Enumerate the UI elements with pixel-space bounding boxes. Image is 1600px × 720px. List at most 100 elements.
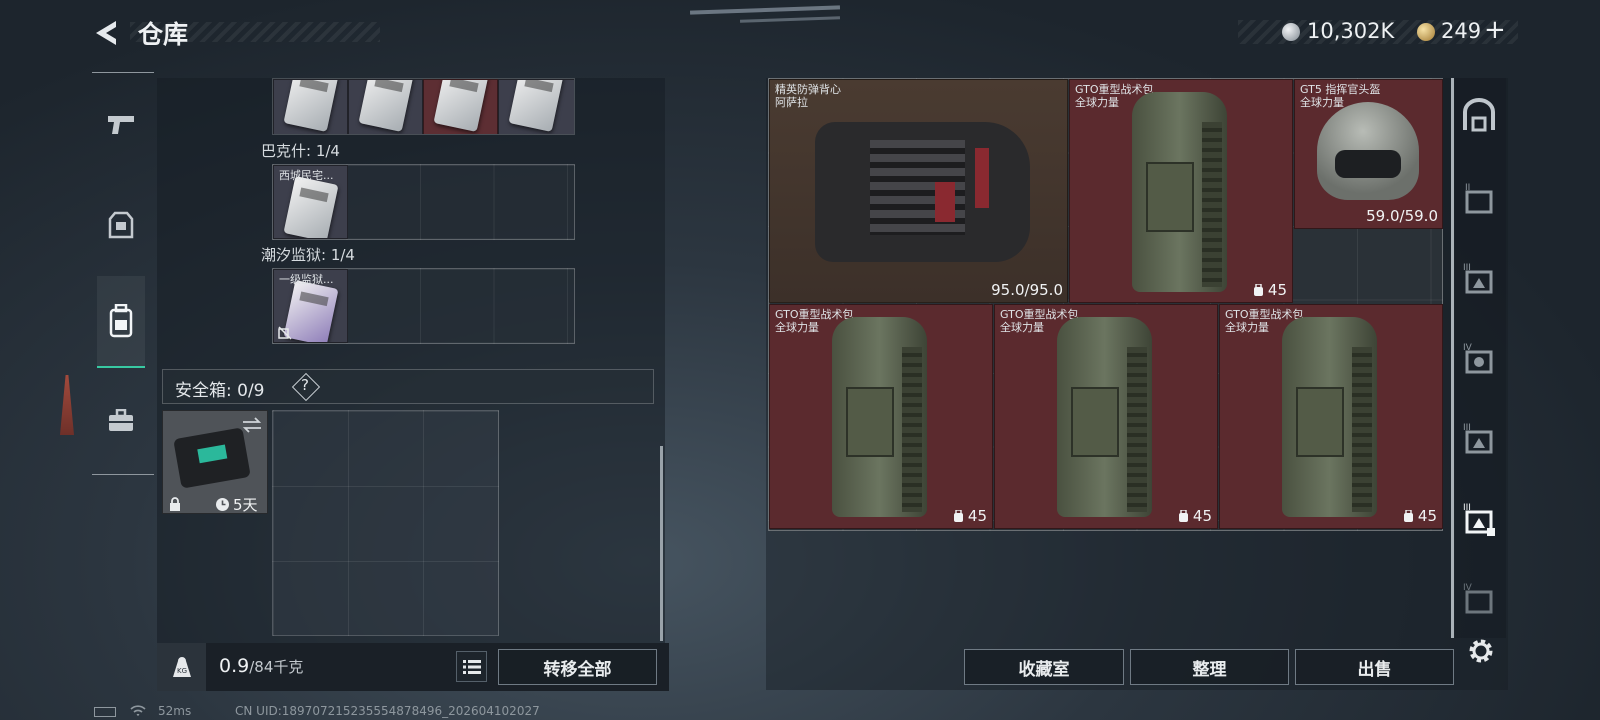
tier-ii-icon: II <box>1465 183 1493 214</box>
tier-iii-icon: III <box>1463 263 1493 294</box>
keycard-row: 一级监狱... <box>272 268 575 344</box>
tier-iv-alt-icon: IV <box>1463 583 1493 614</box>
collection-room-button[interactable]: 收藏室 <box>964 649 1124 685</box>
item-name: GTO重型战术包 <box>1225 308 1304 321</box>
stash-item-backpack[interactable]: GTO重型战术包 全球力量 45 <box>994 304 1218 529</box>
home-icon <box>1463 98 1495 132</box>
weight-value: 0.9 <box>219 655 250 677</box>
ceiling-light <box>739 16 841 23</box>
safebox-case-image <box>173 427 251 489</box>
stash-tab-2[interactable]: II <box>1457 178 1501 222</box>
stash-item-backpack[interactable]: GTO重型战术包 全球力量 45 <box>769 304 993 529</box>
weight-cap: /84千克 <box>249 658 304 676</box>
safebox-item[interactable]: 5天 <box>162 410 268 514</box>
stash-item-backpack[interactable]: GTO重型战术包 全球力量 45 <box>1219 304 1443 529</box>
currency1-value: 10,302K <box>1307 19 1395 43</box>
stash-scrollbar[interactable] <box>1451 78 1454 638</box>
backpack-image <box>832 317 927 517</box>
sell-button[interactable]: 出售 <box>1295 649 1454 685</box>
keycard-slot[interactable] <box>348 79 423 134</box>
stash-tab-4[interactable]: IV <box>1457 338 1501 382</box>
item-name: GTO重型战术包 <box>1075 83 1154 96</box>
safebox-label: 安全箱: 0/9 <box>175 381 265 401</box>
back-arrow-icon <box>96 21 116 45</box>
capacity-icon <box>953 510 963 522</box>
inventory-scrollbar[interactable] <box>660 446 663 641</box>
card-row-top <box>272 78 575 135</box>
stash-tab-6-active[interactable]: III <box>1457 498 1501 542</box>
settings-button[interactable] <box>1466 636 1496 666</box>
stash-item-vest[interactable]: 精英防弹背心 阿萨拉 95.0/95.0 <box>769 79 1068 303</box>
gear-icon <box>1469 639 1493 663</box>
sidebar-item-backpack[interactable] <box>97 276 145 368</box>
sidebar-item-cases[interactable] <box>97 396 145 446</box>
list-view-button[interactable] <box>456 651 487 682</box>
vest-image <box>815 122 1030 262</box>
help-button-text: ? <box>301 376 309 394</box>
sidebar-top-line <box>92 72 154 73</box>
tier-iv-icon: IV <box>1463 343 1493 374</box>
item-capacity: 45 <box>1178 507 1212 525</box>
sidebar-item-armor[interactable] <box>97 200 145 250</box>
add-currency-button[interactable]: + <box>1484 15 1506 45</box>
back-button[interactable] <box>92 18 122 48</box>
stash-item-helmet[interactable]: GT5 指挥官头盔 全球力量 59.0/59.0 <box>1294 79 1443 229</box>
traffic-cone <box>60 375 74 435</box>
ceiling-light <box>689 5 841 15</box>
silver-coin-icon <box>1282 23 1300 41</box>
item-capacity: 45 <box>1403 507 1437 525</box>
helmet-image <box>1317 102 1419 200</box>
capacity-icon <box>1403 510 1413 522</box>
tier-iii-alt-icon: III <box>1463 423 1493 454</box>
svg-text:KG: KG <box>176 667 186 675</box>
stash-tab-3[interactable]: III <box>1457 258 1501 302</box>
page-title: 仓库 <box>138 20 189 49</box>
keycard-slot[interactable] <box>273 79 348 134</box>
item-origin: 阿萨拉 <box>775 96 808 109</box>
ping-text: 52ms <box>158 704 192 718</box>
safebox-header: 安全箱: 0/9 ? ? <box>162 369 654 404</box>
backpack-image <box>1132 92 1227 292</box>
stash-home-tab[interactable] <box>1457 96 1501 140</box>
item-name: 精英防弹背心 <box>775 83 841 96</box>
weight-icon-box: KG <box>157 643 206 691</box>
keycard-slot[interactable]: 一级监狱... <box>273 269 348 343</box>
gold-coin-icon <box>1417 23 1435 41</box>
sort-button[interactable]: 整理 <box>1130 649 1289 685</box>
wifi-icon <box>130 705 146 716</box>
keycard-slot[interactable]: 西城民宅... <box>273 165 348 239</box>
transfer-all-button[interactable]: 转移全部 <box>498 649 657 685</box>
safebox-timer: 5天 <box>233 496 258 514</box>
backpack-image <box>1282 317 1377 517</box>
item-capacity: 45 <box>953 507 987 525</box>
section-label: 潮汐监狱: 1/4 <box>261 246 355 264</box>
item-name: 西城民宅... <box>279 169 334 182</box>
sidebar-item-weapons[interactable] <box>97 100 145 150</box>
keycard-slot[interactable] <box>423 79 498 134</box>
backpack-icon <box>109 304 133 338</box>
sidebar-bottom-line <box>92 474 154 475</box>
backpack-image <box>1057 317 1152 517</box>
swap-icon[interactable] <box>241 417 263 433</box>
item-name: GTO重型战术包 <box>1000 308 1079 321</box>
stash-tab-7[interactable]: IV <box>1457 578 1501 622</box>
capacity-icon <box>1253 284 1263 296</box>
item-durability: 95.0/95.0 <box>991 281 1063 299</box>
case-icon <box>109 409 133 431</box>
item-name: 一级监狱... <box>279 273 334 286</box>
list-icon <box>462 659 481 674</box>
no-drop-icon <box>278 326 292 340</box>
currency2-value: 249 <box>1441 19 1482 43</box>
clock-icon <box>216 498 229 511</box>
tier-active-icon: III <box>1463 503 1495 536</box>
weight-readout: 0.9/84千克 <box>219 655 303 677</box>
uid-text: CN UID:1897072152355548784​96_2026041020… <box>235 704 540 718</box>
item-name: GTO重型战术包 <box>775 308 854 321</box>
item-name: GT5 指挥官头盔 <box>1300 83 1381 96</box>
keycard-row: 西城民宅... <box>272 164 575 240</box>
lock-icon <box>170 497 180 511</box>
stash-tab-5[interactable]: III <box>1457 418 1501 462</box>
stash-item-backpack[interactable]: GTO重型战术包 全球力量 45 <box>1069 79 1293 303</box>
keycard-slot[interactable] <box>498 79 574 134</box>
item-capacity: 45 <box>1253 281 1287 299</box>
